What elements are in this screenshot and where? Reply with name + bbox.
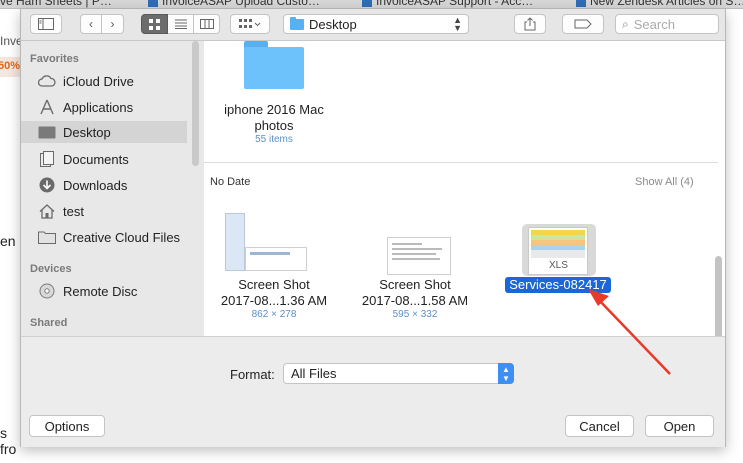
folder-name[interactable]: iphone 2016 Mac photos: [204, 102, 344, 134]
list-icon: [174, 19, 187, 29]
sidebar-toggle-button[interactable]: [30, 14, 62, 34]
tags-button[interactable]: [562, 14, 604, 34]
icon-view-button[interactable]: [141, 14, 168, 34]
location-label: Desktop: [309, 16, 357, 32]
sidebar-icon: [38, 18, 54, 30]
background-tab-bar: ve Ham Sheets | P… InvoiceASAP Upload Cu…: [0, 0, 743, 9]
background-tab[interactable]: New Zendesk Articles on S…: [576, 0, 743, 8]
sidebar-scrollbar[interactable]: [192, 41, 199, 166]
folder-icon[interactable]: [244, 41, 304, 91]
back-button[interactable]: ‹: [80, 14, 102, 34]
cancel-button[interactable]: Cancel: [565, 415, 634, 437]
open-file-dialog: ‹ › Desktop ▲ ▼ ⌕ Search Favorites iClou…: [20, 9, 726, 447]
search-field[interactable]: ⌕ Search: [615, 14, 719, 34]
sidebar-item-test[interactable]: test: [21, 200, 187, 222]
screenshot-thumbnail[interactable]: [387, 237, 451, 275]
list-view-button[interactable]: [168, 14, 194, 34]
search-icon: ⌕: [622, 16, 629, 31]
dialog-toolbar: ‹ › Desktop ▲ ▼ ⌕ Search: [21, 9, 725, 41]
sidebar: Favorites iCloud Drive Applications Desk…: [21, 41, 205, 336]
background-badge: 50%: [0, 57, 20, 77]
open-button[interactable]: Open: [645, 415, 714, 437]
favorites-header: Favorites: [30, 53, 79, 65]
file-dimensions: 595 × 332: [392, 309, 438, 320]
sidebar-item-icloud-drive[interactable]: iCloud Drive: [21, 70, 187, 92]
background-tab[interactable]: InvoiceASAP Upload Custo…: [148, 0, 320, 8]
forward-button[interactable]: ›: [102, 14, 124, 34]
file-dimensions: 862 × 278: [251, 309, 297, 320]
section-divider: [204, 162, 718, 163]
cloud-icon: [38, 72, 56, 90]
location-popup[interactable]: Desktop ▲ ▼: [283, 14, 469, 34]
downloads-icon: [38, 176, 56, 194]
selected-file-name[interactable]: Services-082417: [505, 277, 611, 293]
favicon-icon: [362, 0, 372, 7]
xls-badge: XLS: [549, 260, 568, 271]
background-tab[interactable]: InvoiceASAP Support - Acc…: [362, 0, 533, 8]
background-page-left: Inve 50% en s fro: [0, 9, 23, 463]
tag-icon: [574, 19, 592, 29]
sidebar-item-label: test: [63, 203, 84, 219]
sidebar-item-label: Remote Disc: [63, 283, 138, 299]
desktop-icon: [38, 123, 56, 141]
sidebar-item-remote-disc[interactable]: Remote Disc: [21, 280, 187, 302]
sidebar-item-label: Desktop: [63, 124, 111, 140]
documents-icon: [38, 150, 56, 168]
format-popup[interactable]: All Files ▲ ▼: [283, 363, 514, 384]
file-browser: iphone 2016 Mac photos 55 items No Date S…: [204, 41, 725, 344]
search-placeholder: Search: [633, 16, 675, 32]
format-label: Format:: [230, 367, 275, 382]
sidebar-item-downloads[interactable]: Downloads: [21, 174, 187, 196]
tab-label: New Zendesk Articles on S…: [590, 0, 743, 8]
column-view-button[interactable]: [194, 14, 220, 34]
favicon-icon: [148, 0, 158, 7]
applications-icon: [38, 98, 56, 116]
background-text: en: [0, 233, 16, 249]
browser-scrollbar[interactable]: [715, 256, 722, 344]
sidebar-item-desktop[interactable]: Desktop: [21, 121, 187, 143]
sidebar-item-label: Applications: [63, 99, 134, 115]
sidebar-item-label: Downloads: [63, 177, 128, 193]
shared-header: Shared: [30, 317, 68, 329]
tab-label: InvoiceASAP Upload Custo…: [162, 0, 320, 8]
devices-header: Devices: [30, 263, 72, 275]
options-button[interactable]: Options: [29, 415, 105, 437]
folder-item-count: 55 items: [255, 134, 293, 145]
tab-label: ve Ham Sheets | P…: [0, 0, 112, 8]
show-all-link[interactable]: Show All (4): [635, 176, 694, 188]
disc-icon: [38, 282, 56, 300]
sidebar-item-label: Documents: [63, 151, 129, 167]
background-text: s fro: [0, 425, 17, 457]
background-tab[interactable]: ve Ham Sheets | P…: [0, 0, 112, 8]
updown-chevron-icon: ▲ ▼: [453, 15, 462, 33]
background-page-right: [724, 9, 743, 463]
share-icon: [524, 17, 536, 31]
format-value: All Files: [291, 366, 337, 381]
share-button[interactable]: [514, 14, 546, 34]
file-name[interactable]: Screen Shot 2017-08...1.58 AM: [350, 277, 480, 309]
sidebar-item-label: iCloud Drive: [63, 73, 134, 89]
group-grid-icon: [239, 19, 261, 28]
icon-grid-icon: [149, 18, 160, 30]
sidebar-item-creative-cloud-files[interactable]: Creative Cloud Files: [21, 226, 187, 248]
sidebar-item-applications[interactable]: Applications: [21, 96, 187, 118]
dialog-footer: Format: All Files ▲ ▼ Options Cancel Open: [21, 336, 725, 447]
sidebar-item-label: Creative Cloud Files: [63, 229, 181, 245]
updown-chevron-icon: ▲ ▼: [498, 363, 514, 384]
columns-icon: [199, 19, 214, 29]
badge-text: 50%: [0, 60, 21, 72]
chevron-left-icon: ‹: [89, 17, 93, 31]
section-title: No Date: [210, 176, 251, 188]
home-icon: [38, 202, 56, 220]
file-name[interactable]: Screen Shot 2017-08...1.36 AM: [209, 277, 339, 309]
chevron-right-icon: ›: [110, 17, 115, 31]
favicon-icon: [576, 0, 586, 7]
screenshot-thumbnail[interactable]: [225, 213, 307, 271]
folder-icon: [38, 228, 56, 246]
group-by-button[interactable]: [230, 14, 270, 34]
sidebar-item-documents[interactable]: Documents: [21, 148, 187, 170]
tab-label: InvoiceASAP Support - Acc…: [376, 0, 534, 8]
spreadsheet-file-icon[interactable]: XLS: [522, 224, 596, 276]
folder-icon: [290, 16, 304, 30]
